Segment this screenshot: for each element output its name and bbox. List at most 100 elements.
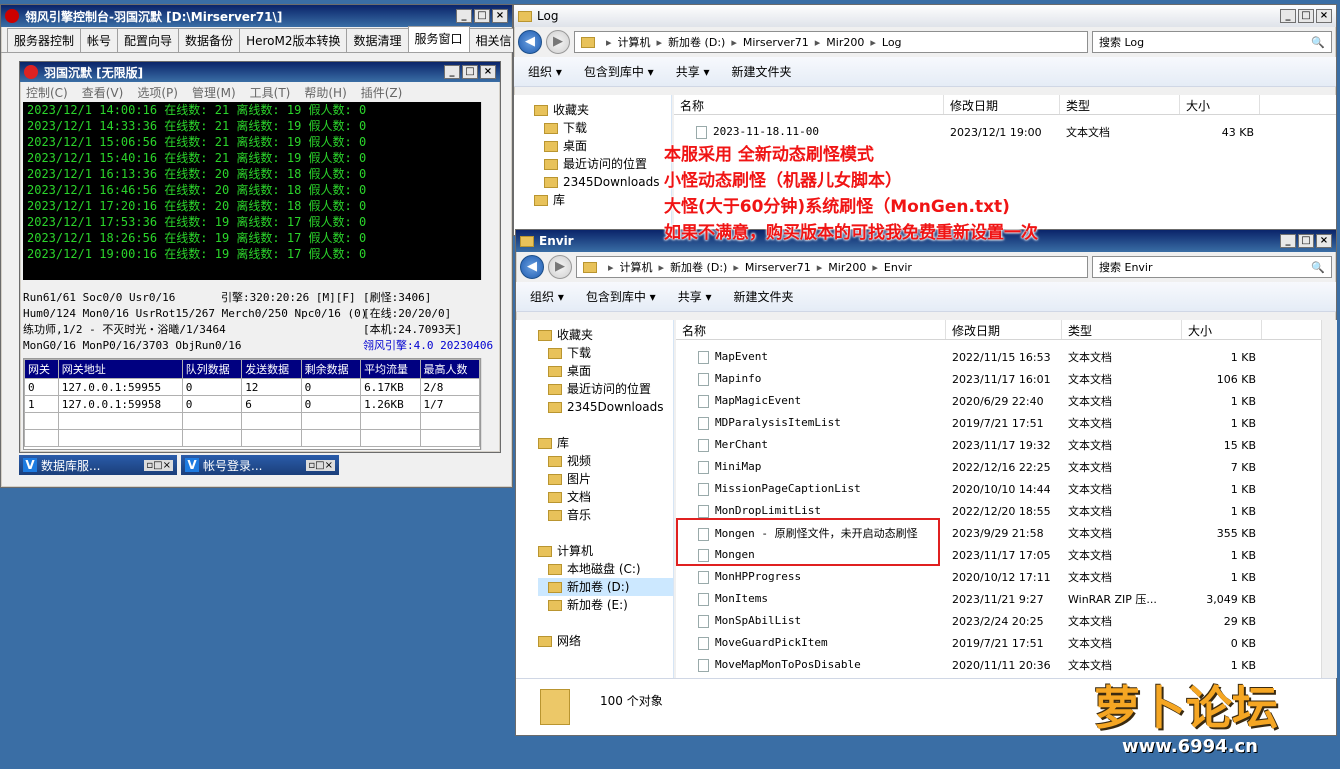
nav-item[interactable]: 库 [534,191,671,209]
nav-item[interactable]: 桌面 [534,137,671,155]
table-row[interactable]: 0 127.0.0.1:59955 0 12 0 6.17KB 2/8 [24,378,480,396]
nav-item[interactable]: 最近访问的位置 [538,380,673,398]
log-scrollbar[interactable] [481,102,497,280]
nav-item[interactable]: 库 [538,434,673,452]
path-segment[interactable]: Mir200 [828,261,866,274]
envir-minimize-button[interactable]: _ [1280,234,1296,248]
menu-item[interactable]: 插件(Z) [361,84,403,100]
back-button[interactable]: ◀ [518,30,542,54]
file-row[interactable]: MonItems 2023/11/21 9:27 WinRAR ZIP 压... 3,… [676,588,1321,610]
path-segment[interactable]: 新加卷 (D:) [668,34,725,50]
nav-item[interactable]: 收藏夹 [538,326,673,344]
nav-item[interactable]: 2345Downloads [534,173,671,191]
log-minimize-button[interactable]: _ [1280,9,1296,23]
taskbar-controls[interactable]: ▫□× [144,459,173,471]
file-row[interactable]: MonHPProgress 2020/10/12 17:11 文本文档 1 KB [676,566,1321,588]
nav-item[interactable]: 图片 [538,470,673,488]
file-row[interactable]: MonSpAbilList 2023/2/24 20:25 文本文档 29 KB [676,610,1321,632]
log-maximize-button[interactable]: □ [1298,9,1314,23]
column-header[interactable]: 名称 [676,320,946,339]
path-segment[interactable]: Mirserver71 [743,36,809,49]
file-row[interactable]: MoveGuardPickItem 2019/7/21 17:51 文本文档 0 KB [676,632,1321,654]
inner-close-button[interactable]: × [480,65,496,79]
menu-item[interactable]: 控制(C) [26,84,68,100]
toolbar-button[interactable]: 新建文件夹 [732,63,792,80]
tab-5[interactable]: 数据清理 [346,28,409,52]
path-segment[interactable]: 新加卷 (D:) [670,259,727,275]
path-segment[interactable]: 计算机 [618,34,651,50]
toolbar-button[interactable]: 组织 ▾ [528,63,562,80]
tab-7[interactable]: 相关信 [468,28,519,52]
file-row[interactable]: 2023-11-18.11-00 2023/12/1 19:00 文本文档 43 KB [674,121,1336,143]
back-button[interactable]: ◀ [520,255,544,279]
nav-item[interactable]: 网络 [538,632,673,650]
tab-1[interactable]: 帐号 [80,28,119,52]
column-header[interactable]: 修改日期 [946,320,1062,339]
nav-item[interactable]: 文档 [538,488,673,506]
inner-minimize-button[interactable]: _ [444,65,460,79]
column-header[interactable]: 类型 [1062,320,1182,339]
forward-button[interactable]: ▶ [546,30,570,54]
file-row[interactable]: MiniMap 2022/12/16 22:25 文本文档 7 KB [676,456,1321,478]
envir-close-button[interactable]: × [1316,234,1332,248]
file-row[interactable]: MoveMapMonToPosDisable 2020/11/11 20:36 文本… [676,654,1321,676]
column-header[interactable]: 名称 [674,95,944,114]
nav-item[interactable]: 下载 [538,344,673,362]
file-row[interactable]: Mapinfo 2023/11/17 16:01 文本文档 106 KB [676,368,1321,390]
toolbar-button[interactable]: 组织 ▾ [530,288,564,305]
search-icon[interactable]: 🔍 [1311,36,1325,49]
menu-item[interactable]: 查看(V) [82,84,124,100]
search-icon[interactable]: 🔍 [1311,261,1325,274]
tab-6[interactable]: 服务窗口 [407,26,470,52]
taskbar-item[interactable]: V 帐号登录... ▫□× [181,455,339,475]
menu-item[interactable]: 工具(T) [250,84,291,100]
log-titlebar[interactable]: Log _ □ × [514,5,1336,27]
tab-0[interactable]: 服务器控制 [7,28,82,52]
toolbar-button[interactable]: 共享 ▾ [678,288,712,305]
table-scrollbar[interactable] [481,358,497,450]
log-search-input[interactable]: 搜索 Log 🔍 [1092,31,1332,53]
path-segment[interactable]: Mir200 [826,36,864,49]
taskbar-controls[interactable]: ▫□× [306,459,335,471]
file-row[interactable]: MissionPageCaptionList 2020/10/10 14:44 文本… [676,478,1321,500]
nav-item[interactable]: 桌面 [538,362,673,380]
tab-4[interactable]: HeroM2版本转换 [239,28,348,52]
path-segment[interactable]: Envir [884,261,912,274]
toolbar-button[interactable]: 包含到库中 ▾ [584,63,654,80]
nav-item[interactable]: 本地磁盘 (C:) [538,560,673,578]
path-segment[interactable]: Log [882,36,902,49]
nav-item[interactable]: 2345Downloads [538,398,673,416]
envir-search-input[interactable]: 搜索 Envir 🔍 [1092,256,1332,278]
toolbar-button[interactable]: 包含到库中 ▾ [586,288,656,305]
tab-2[interactable]: 配置向导 [117,28,180,52]
maximize-button[interactable]: □ [474,9,490,23]
log-path[interactable]: ▸ 计算机 ▸ 新加卷 (D:) ▸ Mirserver71 ▸ Mir200 ▸ Log [574,31,1088,53]
envir-maximize-button[interactable]: □ [1298,234,1314,248]
engine-titlebar[interactable]: 翎风引擎控制台-羽国沉默 [D:\Mirserver71\] _ □ × [1,5,512,27]
minimize-button[interactable]: _ [456,9,472,23]
inner-maximize-button[interactable]: □ [462,65,478,79]
toolbar-button[interactable]: 新建文件夹 [734,288,794,305]
column-header[interactable]: 修改日期 [944,95,1060,114]
envir-scrollbar[interactable] [1321,320,1337,678]
menu-item[interactable]: 管理(M) [192,84,236,100]
close-button[interactable]: × [492,9,508,23]
file-row[interactable]: MapEvent 2022/11/15 16:53 文本文档 1 KB [676,346,1321,368]
column-header[interactable]: 大小 [1182,320,1262,339]
file-row[interactable]: MDParalysisItemList 2019/7/21 17:51 文本文档 1 … [676,412,1321,434]
menu-item[interactable]: 帮助(H) [304,84,346,100]
envir-path[interactable]: ▸ 计算机 ▸ 新加卷 (D:) ▸ Mirserver71 ▸ Mir200 ▸ Envir [576,256,1088,278]
nav-item[interactable]: 新加卷 (D:) [538,578,673,596]
column-header[interactable]: 大小 [1180,95,1260,114]
nav-item[interactable]: 最近访问的位置 [534,155,671,173]
table-row[interactable]: 1 127.0.0.1:59958 0 6 0 1.26KB 1/7 [24,395,480,413]
file-row[interactable]: MerChant 2023/11/17 19:32 文本文档 15 KB [676,434,1321,456]
file-row[interactable]: MapMagicEvent 2020/6/29 22:40 文本文档 1 KB [676,390,1321,412]
toolbar-button[interactable]: 共享 ▾ [676,63,710,80]
nav-item[interactable]: 视频 [538,452,673,470]
nav-item[interactable]: 计算机 [538,542,673,560]
menu-item[interactable]: 选项(P) [137,84,178,100]
path-segment[interactable]: 计算机 [620,259,653,275]
nav-item[interactable]: 下载 [534,119,671,137]
tab-3[interactable]: 数据备份 [178,28,241,52]
